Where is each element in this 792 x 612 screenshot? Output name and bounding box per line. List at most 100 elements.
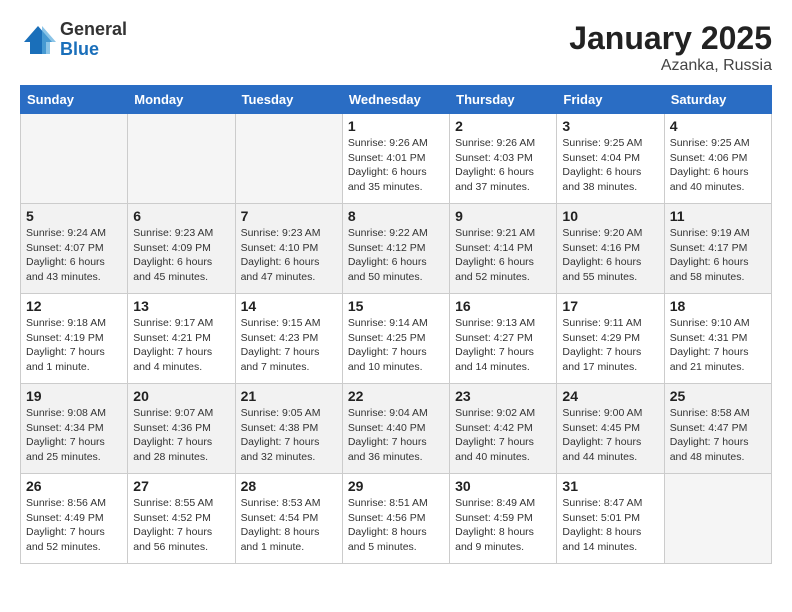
- calendar-day-cell: 3Sunrise: 9:25 AM Sunset: 4:04 PM Daylig…: [557, 114, 664, 204]
- day-info: Sunrise: 8:58 AM Sunset: 4:47 PM Dayligh…: [670, 406, 766, 465]
- calendar-day-cell: 19 Sunrise: 9:08 AM Sunset: 4:34 PM Dayli…: [21, 384, 128, 474]
- header-monday: Monday: [128, 86, 235, 114]
- day-info: Sunrise: 8:49 AM Sunset: 4:59 PM Dayligh…: [455, 496, 551, 555]
- day-number: 5: [26, 208, 122, 224]
- day-info: Sunrise: 8:53 AM Sunset: 4:54 PM Dayligh…: [241, 496, 337, 555]
- month-year-title: January 2025: [569, 20, 772, 57]
- day-number: 10: [562, 208, 658, 224]
- calendar-day-cell: [235, 114, 342, 204]
- day-info: Sunrise: 9:26 AM Sunset: 4:01 PM Dayligh…: [348, 136, 444, 195]
- day-number: 31: [562, 478, 658, 494]
- day-number: 30: [455, 478, 551, 494]
- day-info: Sunrise: 9:08 AM Sunset: 4:34 PM Dayligh…: [26, 406, 122, 465]
- header-wednesday: Wednesday: [342, 86, 449, 114]
- day-info: Sunrise: 8:55 AM Sunset: 4:52 PM Dayligh…: [133, 496, 229, 555]
- day-number: 21: [241, 388, 337, 404]
- day-info: Sunrise: 9:10 AM Sunset: 4:31 PM Dayligh…: [670, 316, 766, 375]
- day-number: 11: [670, 208, 766, 224]
- day-info: Sunrise: 9:22 AM Sunset: 4:12 PM Dayligh…: [348, 226, 444, 285]
- calendar-day-cell: 23 Sunrise: 9:02 AM Sunset: 4:42 PM Dayli…: [450, 384, 557, 474]
- day-info: Sunrise: 9:19 AM Sunset: 4:17 PM Dayligh…: [670, 226, 766, 285]
- day-info: Sunrise: 9:14 AM Sunset: 4:25 PM Dayligh…: [348, 316, 444, 375]
- day-number: 9: [455, 208, 551, 224]
- header-saturday: Saturday: [664, 86, 771, 114]
- calendar-week-row: 5 Sunrise: 9:24 AM Sunset: 4:07 PM Daylig…: [21, 204, 772, 294]
- logo-general-label: General: [60, 20, 127, 40]
- calendar-day-cell: 16Sunrise: 9:13 AM Sunset: 4:27 PM Dayli…: [450, 294, 557, 384]
- calendar-day-cell: [128, 114, 235, 204]
- calendar-week-row: 19 Sunrise: 9:08 AM Sunset: 4:34 PM Dayli…: [21, 384, 772, 474]
- header-sunday: Sunday: [21, 86, 128, 114]
- day-info: Sunrise: 9:07 AM Sunset: 4:36 PM Dayligh…: [133, 406, 229, 465]
- calendar-day-cell: [664, 474, 771, 564]
- day-info: Sunrise: 9:04 AM Sunset: 4:40 PM Dayligh…: [348, 406, 444, 465]
- day-number: 26: [26, 478, 122, 494]
- calendar-day-cell: 17 Sunrise: 9:11 AM Sunset: 4:29 PM Dayli…: [557, 294, 664, 384]
- calendar-week-row: 26 Sunrise: 8:56 AM Sunset: 4:49 PM Dayli…: [21, 474, 772, 564]
- day-number: 23: [455, 388, 551, 404]
- day-number: 15: [348, 298, 444, 314]
- header-friday: Friday: [557, 86, 664, 114]
- calendar-day-cell: 13 Sunrise: 9:17 AM Sunset: 4:21 PM Dayli…: [128, 294, 235, 384]
- day-number: 2: [455, 118, 551, 134]
- calendar-day-cell: 29Sunrise: 8:51 AM Sunset: 4:56 PM Dayli…: [342, 474, 449, 564]
- day-number: 19: [26, 388, 122, 404]
- day-number: 4: [670, 118, 766, 134]
- day-info: Sunrise: 9:21 AM Sunset: 4:14 PM Dayligh…: [455, 226, 551, 285]
- calendar-header-row: Sunday Monday Tuesday Wednesday Thursday…: [21, 86, 772, 114]
- day-info: Sunrise: 9:17 AM Sunset: 4:21 PM Dayligh…: [133, 316, 229, 375]
- day-number: 7: [241, 208, 337, 224]
- day-number: 24: [562, 388, 658, 404]
- calendar-day-cell: 18 Sunrise: 9:10 AM Sunset: 4:31 PM Dayli…: [664, 294, 771, 384]
- day-info: Sunrise: 8:56 AM Sunset: 4:49 PM Dayligh…: [26, 496, 122, 555]
- calendar-day-cell: 7Sunrise: 9:23 AM Sunset: 4:10 PM Daylig…: [235, 204, 342, 294]
- day-number: 13: [133, 298, 229, 314]
- calendar-day-cell: 9 Sunrise: 9:21 AM Sunset: 4:14 PM Daylig…: [450, 204, 557, 294]
- day-info: Sunrise: 9:00 AM Sunset: 4:45 PM Dayligh…: [562, 406, 658, 465]
- calendar-day-cell: 20 Sunrise: 9:07 AM Sunset: 4:36 PM Dayli…: [128, 384, 235, 474]
- day-info: Sunrise: 9:24 AM Sunset: 4:07 PM Dayligh…: [26, 226, 122, 285]
- calendar-day-cell: 2 Sunrise: 9:26 AM Sunset: 4:03 PM Daylig…: [450, 114, 557, 204]
- calendar-day-cell: 12 Sunrise: 9:18 AM Sunset: 4:19 PM Dayli…: [21, 294, 128, 384]
- calendar-day-cell: 22 Sunrise: 9:04 AM Sunset: 4:40 PM Dayli…: [342, 384, 449, 474]
- day-info: Sunrise: 9:02 AM Sunset: 4:42 PM Dayligh…: [455, 406, 551, 465]
- day-info: Sunrise: 9:26 AM Sunset: 4:03 PM Dayligh…: [455, 136, 551, 195]
- location-subtitle: Azanka, Russia: [569, 57, 772, 75]
- day-info: Sunrise: 9:13 AM Sunset: 4:27 PM Dayligh…: [455, 316, 551, 375]
- day-number: 1: [348, 118, 444, 134]
- day-number: 27: [133, 478, 229, 494]
- page-header: General Blue January 2025 Azanka, Russia: [20, 20, 772, 75]
- calendar-day-cell: 10Sunrise: 9:20 AM Sunset: 4:16 PM Dayli…: [557, 204, 664, 294]
- day-info: Sunrise: 8:47 AM Sunset: 5:01 PM Dayligh…: [562, 496, 658, 555]
- logo: General Blue: [20, 20, 127, 60]
- header-tuesday: Tuesday: [235, 86, 342, 114]
- day-info: Sunrise: 9:05 AM Sunset: 4:38 PM Dayligh…: [241, 406, 337, 465]
- day-number: 12: [26, 298, 122, 314]
- day-number: 18: [670, 298, 766, 314]
- day-info: Sunrise: 9:25 AM Sunset: 4:06 PM Dayligh…: [670, 136, 766, 195]
- day-number: 20: [133, 388, 229, 404]
- title-block: January 2025 Azanka, Russia: [569, 20, 772, 75]
- logo-icon: [20, 22, 56, 58]
- calendar-day-cell: 28 Sunrise: 8:53 AM Sunset: 4:54 PM Dayli…: [235, 474, 342, 564]
- calendar-day-cell: 26 Sunrise: 8:56 AM Sunset: 4:49 PM Dayli…: [21, 474, 128, 564]
- calendar-day-cell: 25Sunrise: 8:58 AM Sunset: 4:47 PM Dayli…: [664, 384, 771, 474]
- day-number: 14: [241, 298, 337, 314]
- day-number: 17: [562, 298, 658, 314]
- calendar-day-cell: 6Sunrise: 9:23 AM Sunset: 4:09 PM Daylig…: [128, 204, 235, 294]
- day-info: Sunrise: 9:25 AM Sunset: 4:04 PM Dayligh…: [562, 136, 658, 195]
- calendar-day-cell: 27 Sunrise: 8:55 AM Sunset: 4:52 PM Dayli…: [128, 474, 235, 564]
- day-number: 28: [241, 478, 337, 494]
- logo-text: General Blue: [60, 20, 127, 60]
- calendar-day-cell: 21 Sunrise: 9:05 AM Sunset: 4:38 PM Dayli…: [235, 384, 342, 474]
- calendar-table: Sunday Monday Tuesday Wednesday Thursday…: [20, 85, 772, 564]
- calendar-day-cell: 4 Sunrise: 9:25 AM Sunset: 4:06 PM Daylig…: [664, 114, 771, 204]
- calendar-day-cell: 8Sunrise: 9:22 AM Sunset: 4:12 PM Daylig…: [342, 204, 449, 294]
- day-info: Sunrise: 9:11 AM Sunset: 4:29 PM Dayligh…: [562, 316, 658, 375]
- day-number: 22: [348, 388, 444, 404]
- day-info: Sunrise: 8:51 AM Sunset: 4:56 PM Dayligh…: [348, 496, 444, 555]
- calendar-day-cell: 30 Sunrise: 8:49 AM Sunset: 4:59 PM Dayli…: [450, 474, 557, 564]
- day-info: Sunrise: 9:15 AM Sunset: 4:23 PM Dayligh…: [241, 316, 337, 375]
- day-info: Sunrise: 9:18 AM Sunset: 4:19 PM Dayligh…: [26, 316, 122, 375]
- calendar-week-row: 12 Sunrise: 9:18 AM Sunset: 4:19 PM Dayli…: [21, 294, 772, 384]
